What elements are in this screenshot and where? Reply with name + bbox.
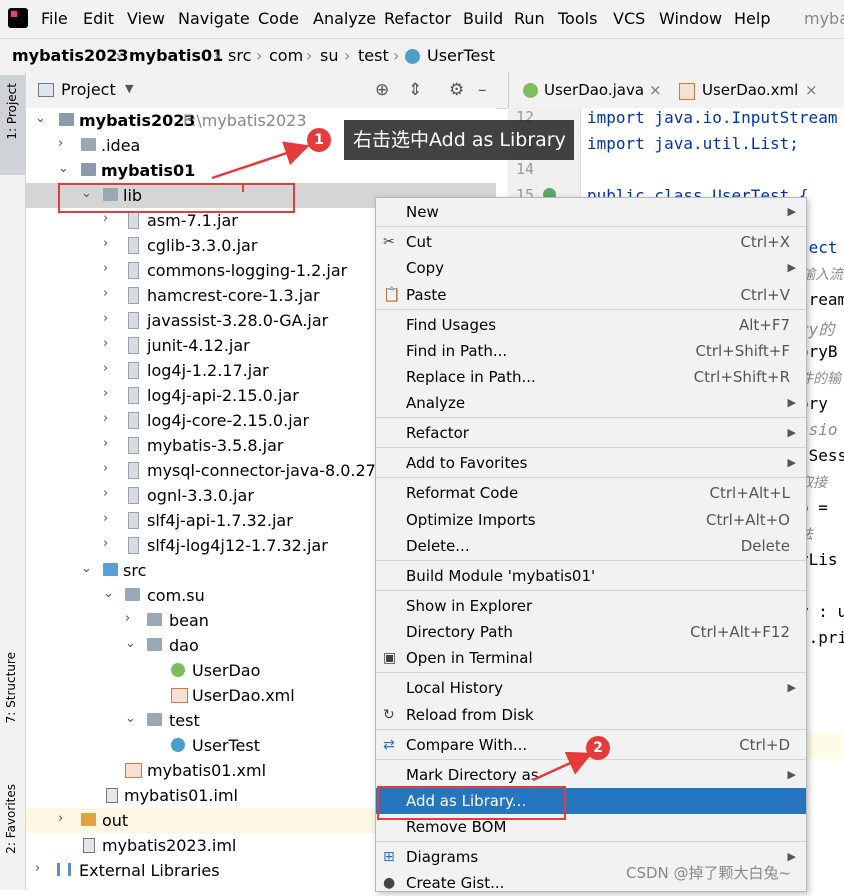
annotation-arrow-1 <box>211 141 310 180</box>
step-badge-1: 1 <box>307 128 331 152</box>
annotation-tooltip: 右击选中Add as Library <box>344 120 574 160</box>
step-badge-2: 2 <box>586 736 610 760</box>
annotation-arrow-2 <box>532 751 593 782</box>
watermark: CSDN @掉了颗大白兔~ <box>626 864 792 882</box>
